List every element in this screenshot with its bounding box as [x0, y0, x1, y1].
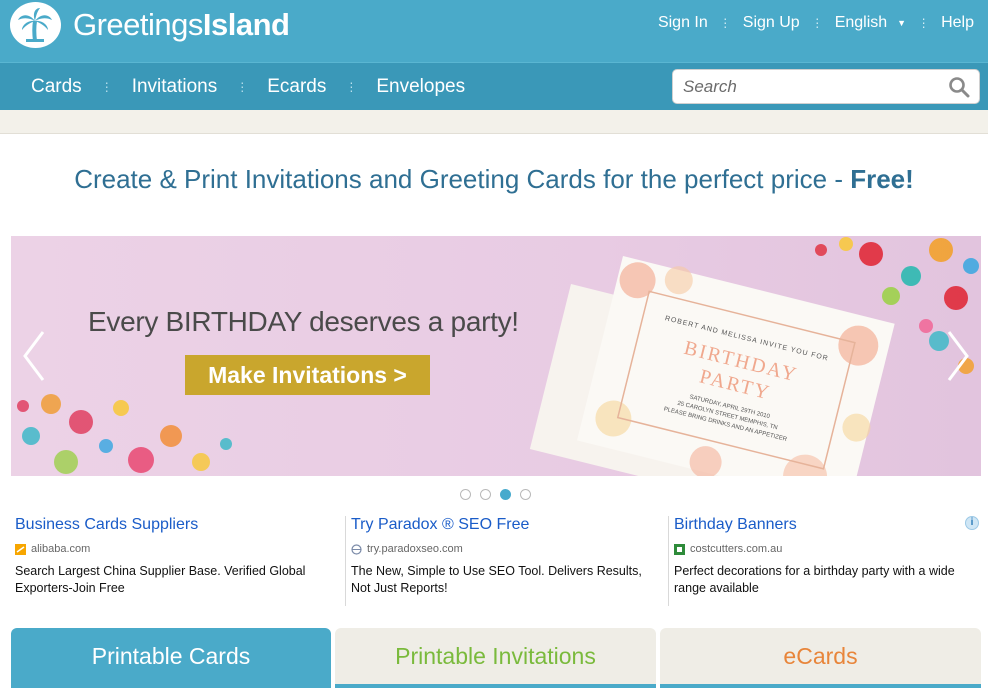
carousel-indicators — [460, 489, 540, 500]
ad-domain-text[interactable]: try.paradoxseo.com — [367, 543, 463, 555]
ad-divider — [345, 516, 346, 606]
separator: ⋮ — [917, 16, 930, 30]
hero-carousel[interactable]: ROBERT AND MELISSA INVITE YOU FOR BIRTHD… — [11, 236, 981, 476]
headline-text: Create & Print Invitations and Greeting … — [74, 164, 851, 194]
logo-text-light: Greetings — [73, 7, 203, 42]
carousel-dot[interactable] — [520, 489, 531, 500]
make-invitations-button[interactable]: Make Invitations > — [185, 355, 430, 395]
search-box — [672, 69, 980, 104]
ad-description: Search Largest China Supplier Base. Veri… — [15, 564, 306, 595]
ad-domain: costcutters.com.au — [674, 543, 964, 555]
nav-separator: ⋮ — [236, 80, 249, 94]
help-link[interactable]: Help — [941, 14, 974, 32]
account-links: Sign In ⋮ Sign Up ⋮ English ▼ ⋮ Help — [658, 14, 974, 32]
sign-in-link[interactable]: Sign In — [658, 14, 708, 32]
ad-title-link[interactable]: Business Cards Suppliers — [15, 516, 335, 534]
nav-item-cards[interactable]: Cards — [31, 76, 82, 98]
hero-tagline: Every BIRTHDAY deserves a party! — [88, 306, 519, 337]
alibaba-favicon-icon — [15, 543, 26, 555]
main-nav: Cards ⋮ Invitations ⋮ Ecards ⋮ Envelopes — [0, 62, 988, 110]
separator: ⋮ — [811, 16, 824, 30]
ad-description: Perfect decorations for a birthday party… — [674, 564, 955, 595]
palm-tree-icon — [10, 2, 61, 48]
nav-item-envelopes[interactable]: Envelopes — [376, 76, 465, 98]
ad-unit: Business Cards Suppliers alibaba.com Sea… — [15, 516, 335, 606]
separator: ⋮ — [719, 16, 732, 30]
ad-info-icon[interactable]: i — [965, 516, 979, 530]
ad-unit: Birthday Banners costcutters.com.au Perf… — [674, 516, 964, 606]
carousel-dot-active[interactable] — [500, 489, 511, 500]
search-input[interactable] — [673, 70, 933, 103]
carousel-dot[interactable] — [460, 489, 471, 500]
ad-domain-text[interactable]: alibaba.com — [31, 543, 90, 555]
nav-separator: ⋮ — [100, 80, 113, 94]
nav-item-invitations[interactable]: Invitations — [132, 76, 218, 98]
confetti-decoration: ROBERT AND MELISSA INVITE YOU FOR BIRTHD… — [17, 237, 979, 476]
caret-down-icon: ▼ — [897, 18, 907, 28]
carousel-dot[interactable] — [480, 489, 491, 500]
ad-domain: try.paradoxseo.com — [351, 543, 663, 555]
logo-wordmark: GreetingsIsland — [73, 7, 290, 43]
ad-title-link[interactable]: Try Paradox ® SEO Free — [351, 516, 663, 534]
language-label: English — [834, 14, 888, 31]
sign-up-link[interactable]: Sign Up — [743, 14, 800, 32]
ad-unit: Try Paradox ® SEO Free try.paradoxseo.co… — [351, 516, 663, 606]
logo-text-bold: Island — [202, 7, 290, 42]
nav-separator: ⋮ — [345, 80, 358, 94]
tab-printable-cards[interactable]: Printable Cards — [11, 628, 331, 688]
headline-emphasis: Free! — [850, 164, 914, 194]
search-icon[interactable] — [948, 76, 970, 98]
page-headline: Create & Print Invitations and Greeting … — [0, 164, 988, 195]
tab-printable-invitations[interactable]: Printable Invitations — [335, 628, 656, 688]
ad-domain: alibaba.com — [15, 543, 335, 555]
ad-description: The New, Simple to Use SEO Tool. Deliver… — [351, 564, 642, 595]
tab-ecards[interactable]: eCards — [660, 628, 981, 688]
chevron-right-icon[interactable] — [943, 328, 973, 384]
site-logo[interactable]: GreetingsIsland — [10, 2, 290, 48]
globe-icon — [351, 543, 362, 555]
chevron-left-icon[interactable] — [19, 328, 49, 384]
top-header: GreetingsIsland Sign In ⋮ Sign Up ⋮ Engl… — [0, 0, 988, 62]
ad-domain-text[interactable]: costcutters.com.au — [690, 543, 782, 555]
nav-menu: Cards ⋮ Invitations ⋮ Ecards ⋮ Envelopes — [31, 63, 465, 111]
divider-strip — [0, 110, 988, 134]
product-tabs: Printable Cards Printable Invitations eC… — [11, 628, 981, 688]
language-selector[interactable]: English ▼ — [835, 14, 906, 32]
costcutters-favicon-icon — [674, 543, 685, 555]
ad-title-link[interactable]: Birthday Banners — [674, 516, 964, 534]
ad-divider — [668, 516, 669, 606]
nav-item-ecards[interactable]: Ecards — [267, 76, 326, 98]
